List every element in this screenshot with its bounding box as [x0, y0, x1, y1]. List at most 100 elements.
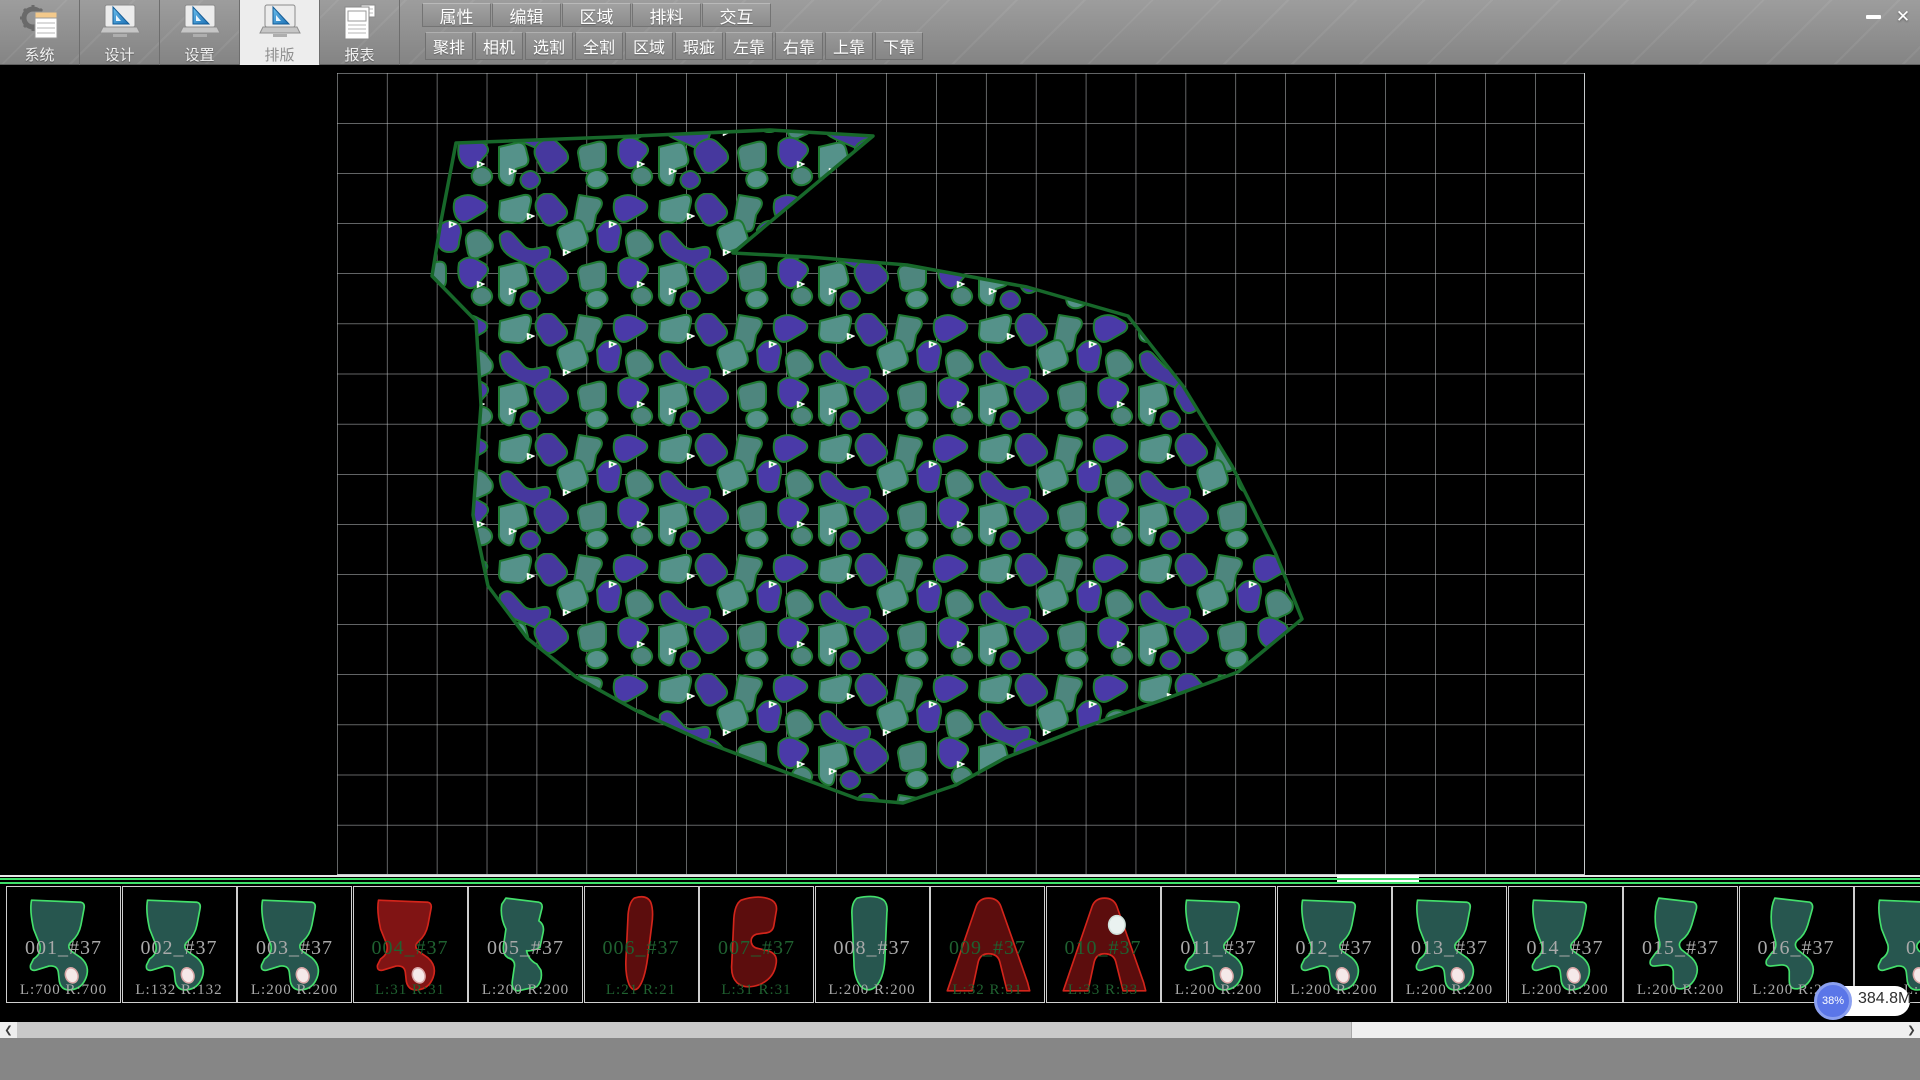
piece-lr-count: L:200 R:200 — [816, 982, 929, 999]
piece-label: 0 — [1855, 937, 1920, 960]
percent-value: 38% — [1822, 995, 1844, 1007]
minimize-icon — [1866, 15, 1881, 19]
report-icon — [339, 3, 381, 43]
tool-button-2[interactable]: 相机 — [475, 32, 523, 60]
percent-indicator: 38% — [1814, 982, 1852, 1020]
tool-button-9[interactable]: 上靠 — [825, 32, 873, 60]
thumbnail-cell-13[interactable]: 013_#37 L:200 R:200 — [1392, 886, 1507, 1003]
piece-lr-count: L:33 R:33 — [1047, 982, 1160, 999]
piece-lr-count: L:200 R:200 — [469, 982, 582, 999]
minimize-button[interactable] — [1858, 4, 1888, 29]
main-toolbar-button-label: 系统 — [24, 44, 54, 65]
menu-button-1[interactable]: 属性 — [422, 3, 491, 27]
thumbnail-cell-14[interactable]: 014_#37L:200 R:200 — [1508, 886, 1623, 1003]
green-line-2 — [0, 882, 1920, 884]
piece-label: 013_#37 — [1393, 937, 1506, 960]
close-icon: ✕ — [1896, 7, 1910, 27]
piece-label: 004_#37 — [354, 937, 467, 960]
green-line-1 — [0, 878, 1920, 880]
nesting-canvas[interactable] — [337, 73, 1585, 875]
piece-label: 015_#37 — [1624, 937, 1737, 960]
ruler-icon — [99, 3, 141, 43]
piece-lr-count: L:200 R:200 — [1393, 982, 1506, 999]
piece-lr-count: L:200 R:200 — [238, 982, 351, 999]
ruler-icon — [259, 3, 301, 43]
scrollbar-thumb[interactable] — [17, 1022, 1352, 1038]
main-toolbar-button-5[interactable]: 报表 — [320, 0, 400, 65]
horizontal-scrollbar[interactable]: ❮ ❯ — [0, 1022, 1920, 1038]
piece-lr-count: L:200 R:200 — [1509, 982, 1622, 999]
close-button[interactable]: ✕ — [1888, 4, 1918, 29]
thumbnail-cell-2[interactable]: 002_#37 L:132 R:132 — [122, 886, 237, 1003]
main-toolbar-button-2[interactable]: 设计 — [80, 0, 160, 65]
piece-lr-count: L:200 R:200 — [1162, 982, 1275, 999]
piece-label: 005_#37 — [469, 937, 582, 960]
tool-button-1[interactable]: 聚排 — [425, 32, 473, 60]
piece-lr-count: L:31 R:31 — [354, 982, 467, 999]
piece-lr-count: L:132 R:132 — [123, 982, 236, 999]
piece-thumbnail-strip: 001_#37L:700 R:700002_#37L:132 R:132003_… — [0, 885, 1920, 1022]
piece-label: 012_#37 — [1278, 937, 1391, 960]
tool-button-7[interactable]: 左靠 — [725, 32, 773, 60]
thumbnail-cell-10[interactable]: 010_#37L:33 R:33 — [1046, 886, 1161, 1003]
tool-button-3[interactable]: 选割 — [525, 32, 573, 60]
scroll-right-button[interactable]: ❯ — [1903, 1022, 1920, 1038]
thumbnail-cell-11[interactable]: 011_#37 L:200 R:200 — [1161, 886, 1276, 1003]
main-toolbar-button-4[interactable]: 排版 — [240, 0, 320, 65]
menu-bar: 属性编辑区域排料交互 — [422, 3, 772, 27]
tool-button-8[interactable]: 右靠 — [775, 32, 823, 60]
piece-lr-count: L:31 R:31 — [700, 982, 813, 999]
piece-label: 003_#37 — [238, 937, 351, 960]
main-toolbar-button-label: 排版 — [264, 44, 294, 65]
scroll-left-button[interactable]: ❮ — [0, 1022, 17, 1038]
memory-status-badge: 384.8M 38% — [1814, 984, 1910, 1018]
piece-label: 016_#37 — [1740, 937, 1853, 960]
thumbnail-cell-5[interactable]: 005_#37 L:200 R:200 — [468, 886, 583, 1003]
menu-button-4[interactable]: 排料 — [632, 3, 701, 27]
thumbnail-cell-3[interactable]: 003_#37 L:200 R:200 — [237, 886, 352, 1003]
thumbnail-cell-15[interactable]: 015_#37 L:200 R:200 — [1623, 886, 1738, 1003]
tool-button-10[interactable]: 下靠 — [875, 32, 923, 60]
strip-divider — [0, 875, 1920, 885]
main-toolbar-button-label: 报表 — [344, 44, 374, 65]
piece-thumbnail-list: 001_#37L:700 R:700002_#37L:132 R:132003_… — [6, 886, 1920, 1003]
menu-button-2[interactable]: 编辑 — [492, 3, 561, 27]
ruler-icon — [179, 3, 221, 43]
thumbnail-cell-4[interactable]: 004_#37 L:31 R:31 — [353, 886, 468, 1003]
piece-label: 008_#37 — [816, 937, 929, 960]
thumbnail-cell-1[interactable]: 001_#37 L:700 R:700 — [6, 886, 121, 1003]
piece-label: 006_#37 — [585, 937, 698, 960]
tool-bar: 聚排相机选割全割区域瑕疵左靠右靠上靠下靠 — [425, 32, 925, 60]
main-toolbar-button-1[interactable]: 系统 — [0, 0, 80, 65]
tool-button-4[interactable]: 全割 — [575, 32, 623, 60]
app-window: 系统设计设置排版报表 属性编辑区域排料交互 聚排相机选割全割区域瑕疵左靠右靠上靠… — [0, 0, 1920, 1080]
main-toolbar-button-label: 设置 — [184, 44, 214, 65]
nesting-workarea[interactable] — [0, 65, 1920, 875]
tool-button-5[interactable]: 区域 — [625, 32, 673, 60]
tool-button-6[interactable]: 瑕疵 — [675, 32, 723, 60]
thumbnail-cell-6[interactable]: 006_#37 L:21 R:21 — [584, 886, 699, 1003]
menu-button-5[interactable]: 交互 — [702, 3, 771, 27]
bottom-statusbar — [0, 1038, 1920, 1080]
system-icon — [19, 3, 61, 43]
piece-label: 001_#37 — [7, 937, 120, 960]
piece-lr-count: L:21 R:21 — [585, 982, 698, 999]
divider-line — [0, 875, 1920, 877]
piece-lr-count: L:700 R:700 — [7, 982, 120, 999]
piece-lr-count: L:200 R:200 — [1624, 982, 1737, 999]
thumbnail-cell-12[interactable]: 012_#37 L:200 R:200 — [1277, 886, 1392, 1003]
titlebar: 系统设计设置排版报表 属性编辑区域排料交互 聚排相机选割全割区域瑕疵左靠右靠上靠… — [0, 0, 1920, 65]
main-toolbar-button-3[interactable]: 设置 — [160, 0, 240, 65]
thumbnail-cell-7[interactable]: 007_#37L:31 R:31 — [699, 886, 814, 1003]
thumbnail-cell-9[interactable]: 009_#37L:32 R:31 — [930, 886, 1045, 1003]
memory-value: 384.8M — [1858, 990, 1911, 1008]
piece-lr-count: L:32 R:31 — [931, 982, 1044, 999]
thumbnail-cell-8[interactable]: 008_#37 L:200 R:200 — [815, 886, 930, 1003]
piece-lr-count: L:200 R:200 — [1278, 982, 1391, 999]
window-controls: ✕ — [1858, 4, 1918, 29]
piece-label: 011_#37 — [1162, 937, 1275, 960]
main-toolbar-button-label: 设计 — [104, 44, 134, 65]
main-toolbar: 系统 设计 设置 排版 报表 — [0, 0, 400, 65]
piece-label: 002_#37 — [123, 937, 236, 960]
menu-button-3[interactable]: 区域 — [562, 3, 631, 27]
